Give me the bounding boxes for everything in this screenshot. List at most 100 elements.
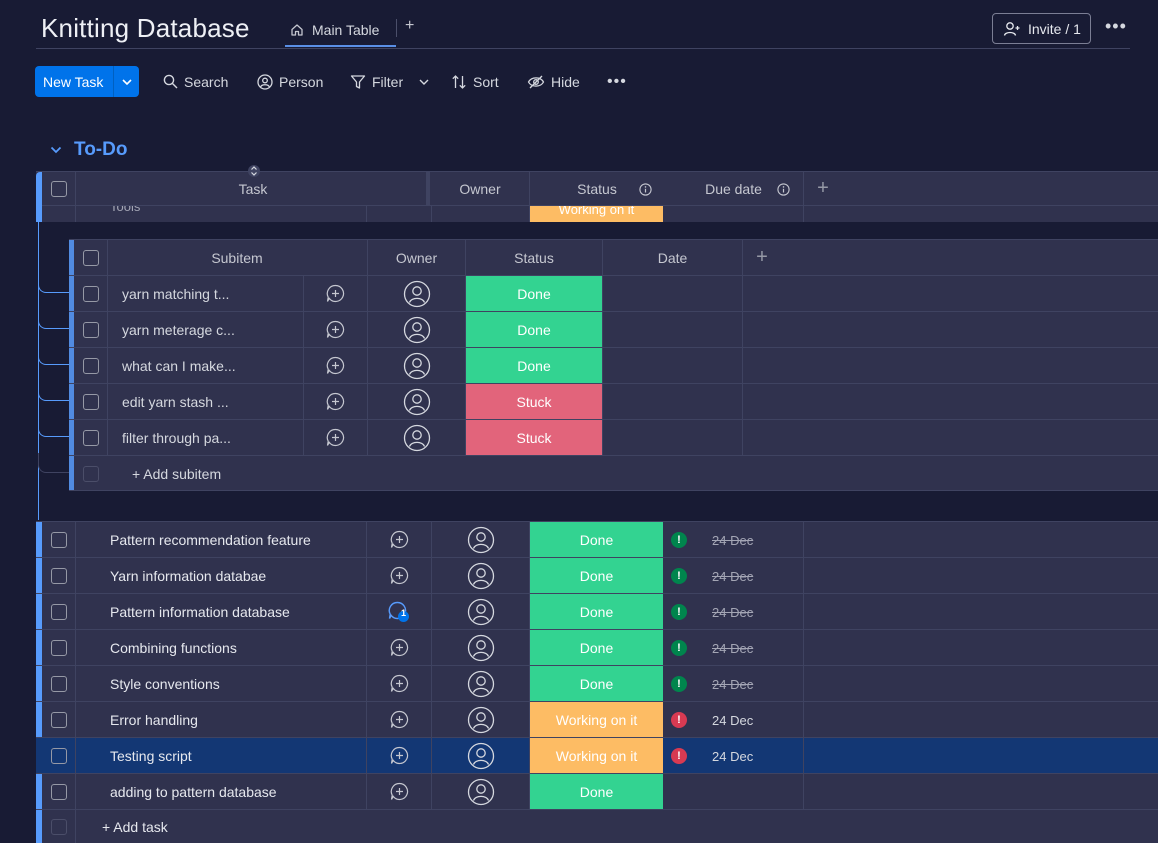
column-subitem[interactable]: Subitem	[107, 240, 367, 275]
owner-avatar-icon[interactable]	[432, 630, 529, 665]
owner-avatar-icon[interactable]	[432, 774, 529, 809]
due-date[interactable]: 24 Dec	[712, 605, 753, 620]
add-column-button[interactable]: +	[804, 172, 842, 205]
row-checkbox[interactable]	[42, 738, 75, 773]
status-cell[interactable]: Working on it	[530, 702, 663, 737]
add-subitem-button[interactable]: + Add subitem	[132, 456, 221, 492]
status-cell[interactable]: Done	[530, 630, 663, 665]
sort-button[interactable]: Sort	[451, 66, 499, 97]
due-date[interactable]: 24 Dec	[712, 749, 753, 764]
task-name[interactable]: adding to pattern database	[110, 774, 277, 809]
owner-avatar-icon[interactable]	[432, 594, 529, 629]
column-sub-date[interactable]: Date	[603, 240, 742, 275]
subitem-row[interactable]: what can I make... Done	[69, 348, 1158, 384]
hide-button[interactable]: Hide	[527, 66, 580, 97]
add-view-button[interactable]: +	[405, 17, 414, 35]
add-update-icon[interactable]	[367, 630, 431, 665]
info-icon[interactable]	[639, 183, 652, 196]
add-task-button[interactable]: + Add task	[102, 810, 168, 843]
add-subitem-column-button[interactable]: +	[743, 240, 781, 275]
add-update-icon[interactable]	[304, 420, 367, 455]
column-sub-status[interactable]: Status	[466, 240, 602, 275]
group-title[interactable]: To-Do	[74, 139, 127, 161]
task-name[interactable]: Style conventions	[110, 666, 220, 701]
group-header[interactable]: To-Do	[50, 139, 127, 161]
row-checkbox[interactable]	[74, 276, 107, 311]
due-date[interactable]: 24 Dec	[712, 569, 753, 584]
row-checkbox[interactable]	[42, 666, 75, 701]
subitem-row[interactable]: edit yarn stash ... Stuck	[69, 384, 1158, 420]
add-update-icon[interactable]	[367, 522, 431, 557]
task-row[interactable]: Pattern information database 1 Done! 24 Dec	[36, 594, 1158, 630]
task-name[interactable]: Pattern recommendation feature	[110, 522, 311, 557]
status-cell[interactable]: Done	[530, 594, 663, 629]
more-options-icon[interactable]: •••	[607, 66, 627, 97]
subitem-name[interactable]: edit yarn stash ...	[122, 384, 229, 419]
subitem-row[interactable]: yarn meterage c... Done	[69, 312, 1158, 348]
task-row[interactable]: Yarn information databae Done! 24 Dec	[36, 558, 1158, 594]
status-cell[interactable]: Done	[530, 666, 663, 701]
row-checkbox[interactable]	[42, 702, 75, 737]
owner-avatar-icon[interactable]	[432, 738, 529, 773]
parent-item-row[interactable]: Tools Working on it	[36, 206, 1158, 222]
task-row[interactable]: Testing script Working on it! 24 Dec	[36, 738, 1158, 774]
add-update-icon[interactable]	[304, 276, 367, 311]
subitem-name[interactable]: filter through pa...	[122, 420, 231, 455]
task-name[interactable]: Pattern information database	[110, 594, 290, 629]
status-cell[interactable]: Stuck	[466, 420, 602, 455]
subitem-row[interactable]: filter through pa... Stuck	[69, 420, 1158, 456]
task-row[interactable]: Style conventions Done! 24 Dec	[36, 666, 1158, 702]
tab-main-table[interactable]: Main Table	[290, 14, 379, 46]
status-cell[interactable]: Working on it	[530, 738, 663, 773]
subitem-row[interactable]: yarn matching t... Done	[69, 276, 1158, 312]
updates-icon[interactable]: 1	[367, 594, 431, 629]
row-checkbox[interactable]	[74, 420, 107, 455]
chevron-down-icon[interactable]	[50, 146, 62, 154]
info-icon[interactable]	[777, 183, 790, 196]
row-checkbox[interactable]	[74, 384, 107, 419]
owner-avatar-icon[interactable]	[368, 348, 465, 383]
add-subitem-row[interactable]: + Add subitem	[69, 456, 1158, 492]
owner-avatar-icon[interactable]	[368, 276, 465, 311]
add-update-icon[interactable]	[367, 666, 431, 701]
chevron-down-icon[interactable]	[114, 78, 139, 85]
owner-avatar-icon[interactable]	[432, 702, 529, 737]
new-task-button[interactable]: New Task	[35, 66, 139, 97]
due-date[interactable]: 24 Dec	[712, 533, 753, 548]
due-date[interactable]: 24 Dec	[712, 677, 753, 692]
select-all-checkbox[interactable]	[42, 172, 75, 205]
column-owner[interactable]: Owner	[431, 172, 529, 205]
status-cell[interactable]: Done	[530, 774, 663, 809]
add-update-icon[interactable]	[367, 702, 431, 737]
invite-button[interactable]: Invite / 1	[992, 13, 1091, 44]
row-checkbox[interactable]	[42, 522, 75, 557]
owner-avatar-icon[interactable]	[368, 420, 465, 455]
status-cell[interactable]: Working on it	[530, 206, 663, 222]
task-name[interactable]: Yarn information databae	[110, 558, 266, 593]
subitem-name[interactable]: yarn matching t...	[122, 276, 229, 311]
owner-avatar-icon[interactable]	[368, 312, 465, 347]
status-cell[interactable]: Done	[530, 558, 663, 593]
row-checkbox[interactable]	[42, 630, 75, 665]
task-row[interactable]: adding to pattern database Done	[36, 774, 1158, 810]
task-name[interactable]: Combining functions	[110, 630, 237, 665]
add-update-icon[interactable]	[367, 774, 431, 809]
owner-avatar-icon[interactable]	[432, 666, 529, 701]
due-date[interactable]: 24 Dec	[712, 713, 753, 728]
task-row[interactable]: Pattern recommendation feature Done! 24 De…	[36, 522, 1158, 558]
status-cell[interactable]: Stuck	[466, 384, 602, 419]
owner-avatar-icon[interactable]	[368, 384, 465, 419]
owner-avatar-icon[interactable]	[432, 558, 529, 593]
row-checkbox[interactable]	[42, 558, 75, 593]
status-cell[interactable]: Done	[466, 276, 602, 311]
add-update-icon[interactable]	[304, 312, 367, 347]
column-sub-owner[interactable]: Owner	[368, 240, 465, 275]
person-filter-button[interactable]: Person	[257, 66, 323, 97]
row-checkbox[interactable]	[74, 312, 107, 347]
chevron-down-icon[interactable]	[419, 79, 429, 85]
row-checkbox[interactable]	[74, 348, 107, 383]
add-update-icon[interactable]	[304, 348, 367, 383]
owner-avatar-icon[interactable]	[432, 522, 529, 557]
search-button[interactable]: Search	[163, 66, 228, 97]
add-update-icon[interactable]	[367, 738, 431, 773]
